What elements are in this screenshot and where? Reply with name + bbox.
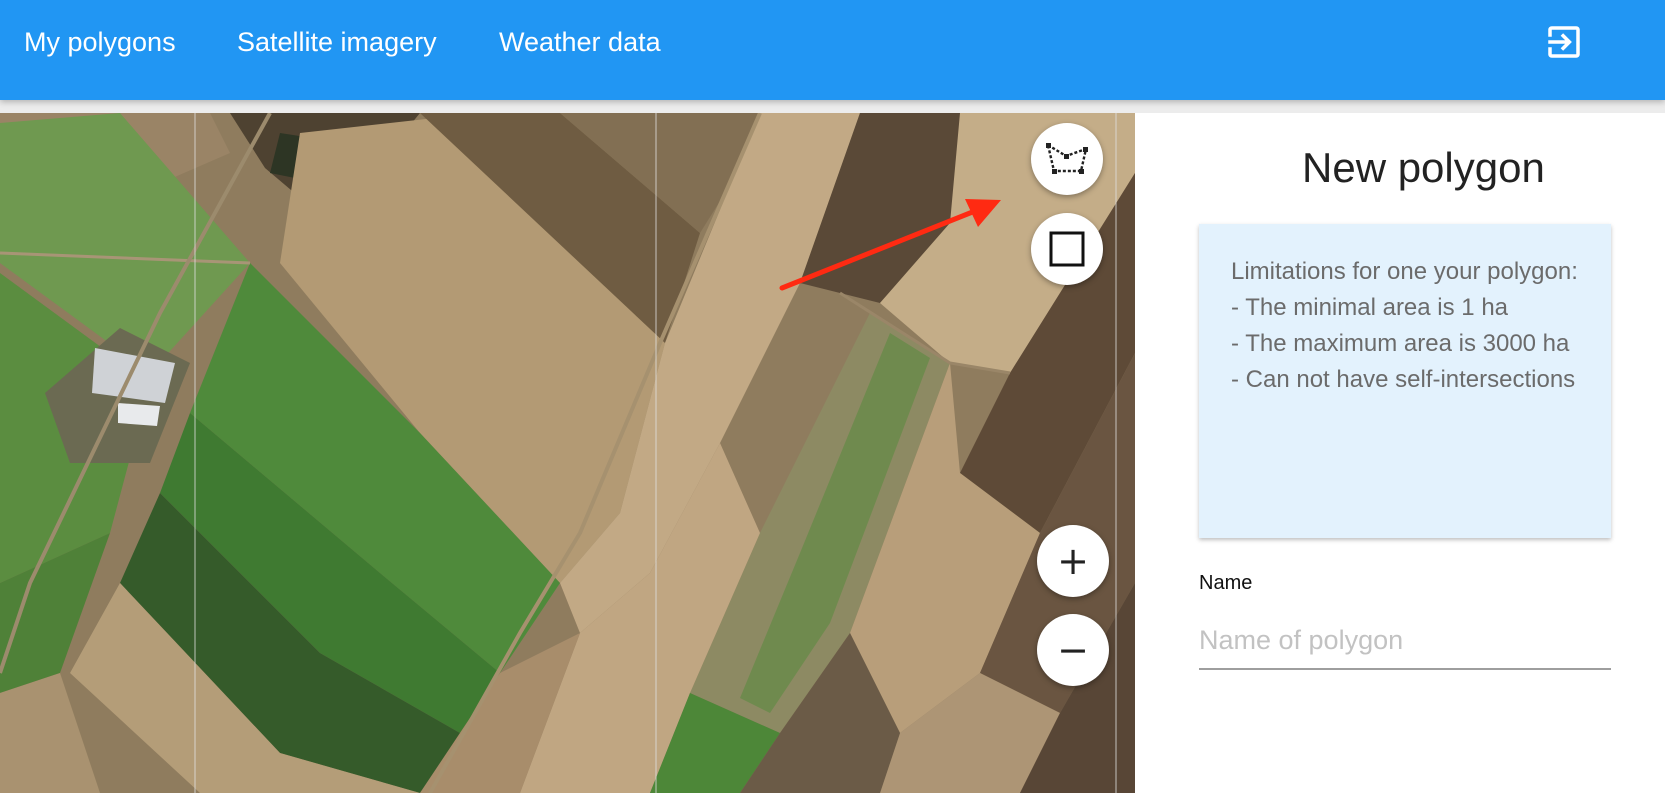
nav-my-polygons[interactable]: My polygons — [24, 24, 176, 60]
top-app-bar: My polygons Satellite imagery Weather da… — [0, 0, 1665, 100]
draw-polygon-icon — [1046, 142, 1088, 174]
minus-icon: − — [1057, 628, 1089, 672]
name-label: Name — [1199, 572, 1253, 594]
polygon-name-input[interactable] — [1199, 612, 1611, 670]
draw-polygon-button[interactable] — [1031, 123, 1103, 195]
zoom-in-button[interactable]: + — [1037, 525, 1109, 597]
draw-rectangle-button[interactable] — [1031, 213, 1103, 285]
toolbar-divider — [0, 100, 1665, 113]
plus-icon: + — [1057, 539, 1089, 583]
zoom-out-button[interactable]: − — [1037, 614, 1109, 686]
nav-weather-data[interactable]: Weather data — [499, 24, 661, 60]
panel-title: New polygon — [1302, 144, 1545, 191]
limitations-text: Limitations for one your polygon: - The … — [1231, 258, 1578, 393]
draw-rectangle-icon — [1049, 231, 1085, 267]
logout-icon[interactable] — [1543, 21, 1585, 63]
nav-satellite-imagery[interactable]: Satellite imagery — [237, 24, 437, 60]
red-arrow-annotation — [779, 199, 1001, 291]
satellite-map[interactable]: + − — [0, 113, 1135, 793]
limitations-info-box: Limitations for one your polygon: - The … — [1199, 224, 1611, 538]
